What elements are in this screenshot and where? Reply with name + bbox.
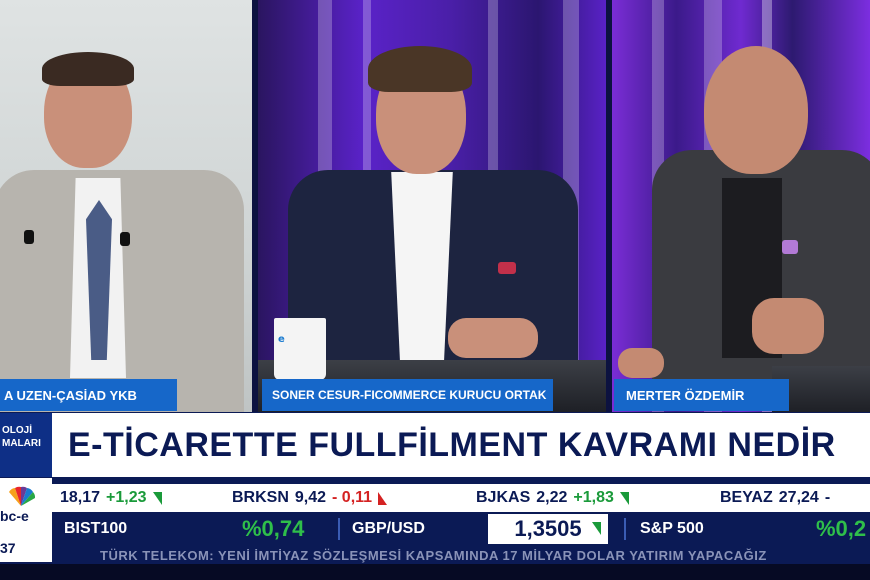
arrow-down-icon	[378, 491, 388, 505]
stock-ticker: 18,17 +1,23 BRKSN 9,42 - 0,11 BJKAS 2,22…	[52, 484, 870, 512]
headline-banner: E-TİCARETTE FULLFİLMENT KAVRAMI NEDİR	[52, 413, 870, 477]
branded-mug: e	[274, 318, 326, 380]
index-separator	[624, 518, 626, 540]
tv-broadcast-frame: e A UZEN-ÇASİAD YKB SONER CESUR-FICOMMER…	[0, 0, 870, 580]
guest-name-caption-right: MERTER ÖZDEMİR	[614, 379, 789, 411]
channel-logo-text: bc-e	[0, 508, 29, 524]
video-panel-right	[612, 0, 870, 412]
channel-logo-box: bc-e 37	[0, 478, 52, 562]
ticker-change: +1,83	[573, 489, 614, 506]
guest-name-caption-middle: SONER CESUR-FICOMMERCE KURUCU ORTAK	[262, 379, 553, 411]
ticker-item: BRKSN 9,42 - 0,11	[232, 484, 388, 512]
index-separator	[338, 518, 340, 540]
video-panel-middle: e	[258, 0, 608, 412]
clock: 37	[0, 540, 16, 556]
ticker-price: 9,42	[294, 489, 327, 506]
ticker-change: -	[824, 489, 831, 506]
ticker-change: - 0,11	[332, 489, 373, 506]
program-tag-line2: MALARI	[2, 438, 41, 449]
index-value: 1,3505	[488, 514, 608, 544]
index-value: %0,2	[816, 516, 867, 541]
ticker-change: +1,23	[106, 489, 147, 506]
ticker-item: 18,17 +1,23	[60, 484, 162, 512]
ticker-item: BEYAZ 27,24 -	[720, 484, 830, 512]
ticker-symbol: BRKSN	[232, 489, 289, 506]
ticker-symbol: BEYAZ	[720, 489, 773, 506]
headline-text: E-TİCARETTE FULLFİLMENT KAVRAMI NEDİR	[68, 425, 836, 464]
caption-text: MERTER ÖZDEMİR	[626, 387, 745, 403]
index-name: BIST100	[64, 520, 128, 537]
guest-right	[612, 0, 870, 412]
arrow-up-icon	[619, 491, 629, 505]
program-tag-line1: OLOJİ	[2, 425, 33, 436]
market-index-row: BIST100 %0,74 GBP/USD 1,3505 S&P 500 %0,…	[52, 514, 870, 544]
ticker-item: BJKAS 2,22 +1,83	[476, 484, 629, 512]
caption-text: A UZEN-ÇASİAD YKB	[4, 387, 137, 403]
arrow-up-icon	[152, 491, 162, 505]
bottom-bar	[0, 564, 870, 580]
ticker-price: 18,17	[60, 489, 101, 506]
ticker-price: 27,24	[778, 489, 819, 506]
caption-text: SONER CESUR-FICOMMERCE KURUCU ORTAK	[272, 388, 547, 402]
mug-logo: e	[278, 334, 285, 345]
news-crawl-text: TÜRK TELEKOM: YENİ İMTİYAZ SÖZLEŞMESİ KA…	[100, 547, 767, 563]
index-name: GBP/USD	[352, 520, 425, 537]
ticker-symbol: BJKAS	[476, 489, 531, 506]
index-value: %0,74	[242, 516, 305, 541]
index-name: S&P 500	[640, 520, 704, 537]
ticker-price: 2,22	[536, 489, 568, 506]
video-panel-left	[0, 0, 252, 412]
guest-name-caption-left: A UZEN-ÇASİAD YKB	[0, 379, 177, 411]
program-tag: OLOJİ MALARI	[0, 413, 52, 477]
news-crawl: TÜRK TELEKOM: YENİ İMTİYAZ SÖZLEŞMESİ KA…	[52, 546, 870, 564]
guest-left	[0, 0, 252, 412]
peacock-logo-icon	[9, 486, 36, 506]
arrow-up-icon	[592, 522, 601, 535]
